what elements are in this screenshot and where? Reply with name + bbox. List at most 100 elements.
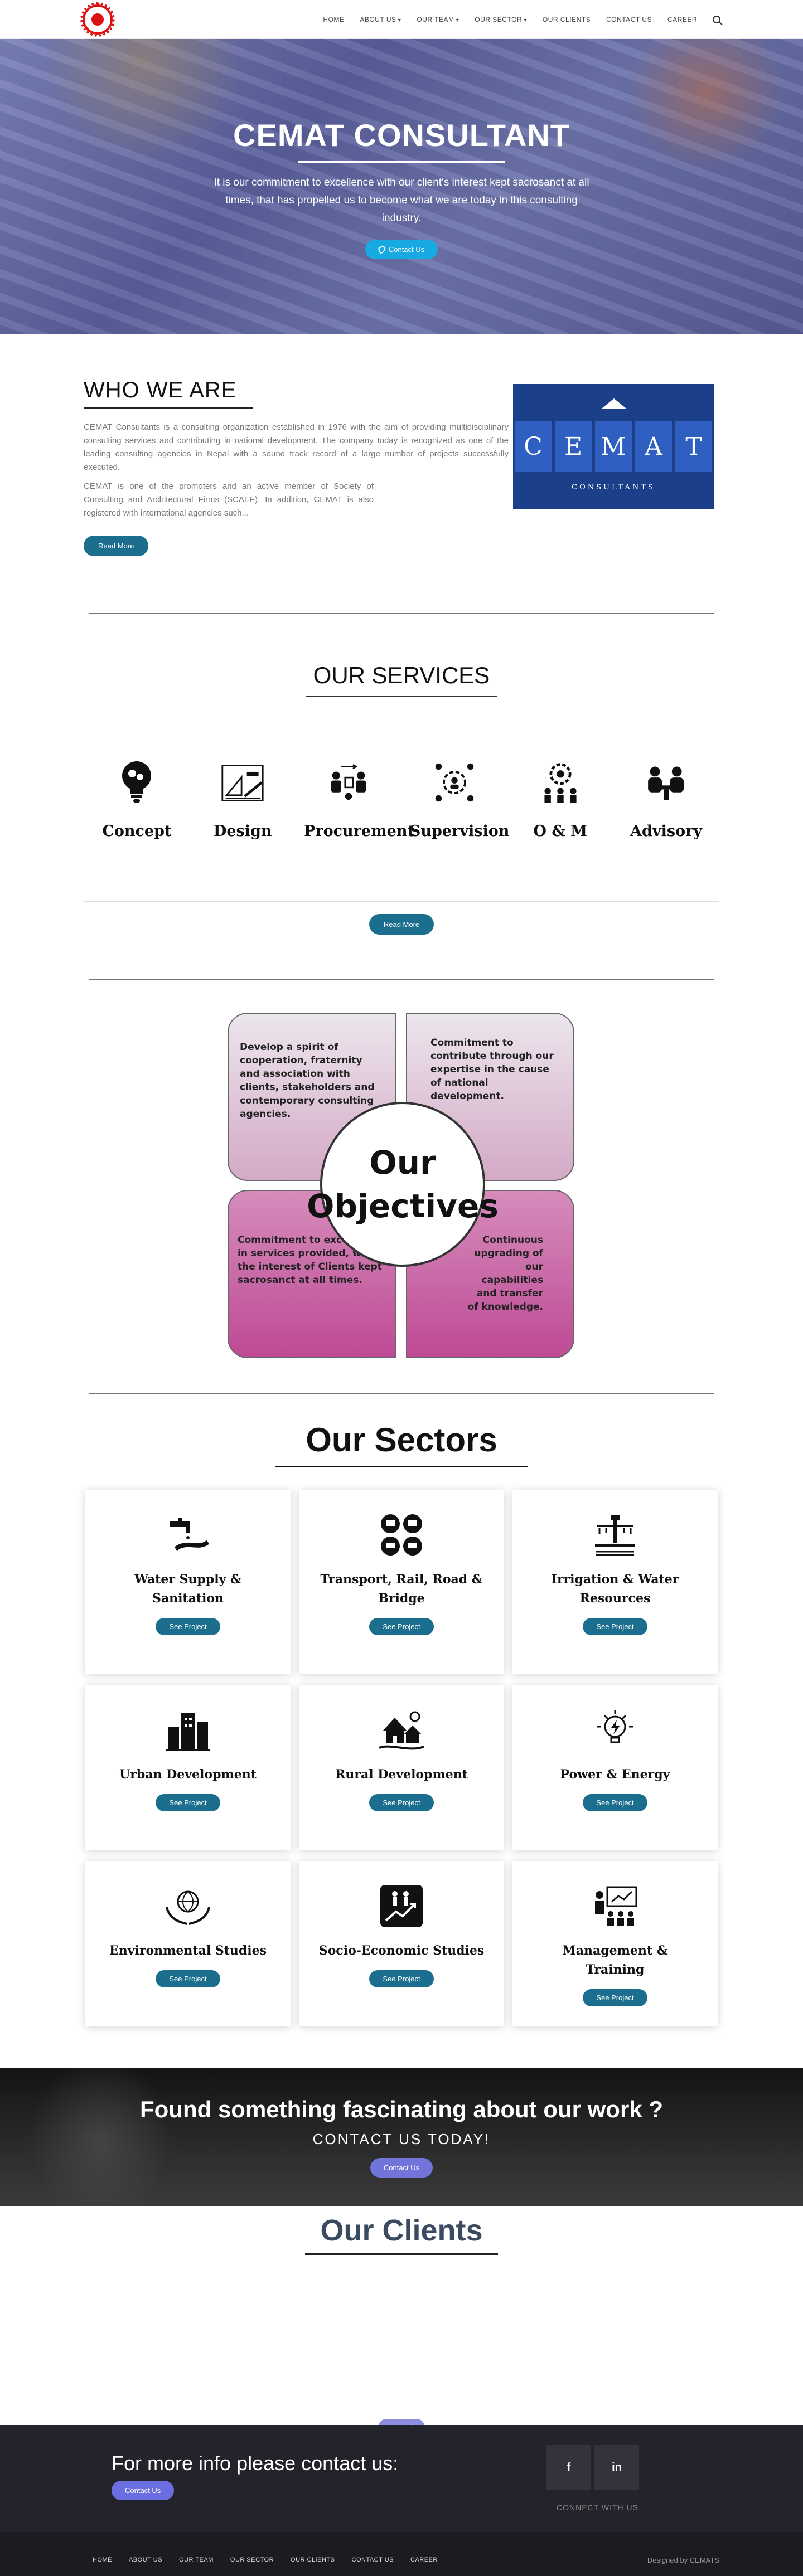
service-label: Supervision	[409, 823, 510, 840]
objectives-center: Our Objectives	[307, 1102, 499, 1267]
services-read-more-button[interactable]: Read More	[369, 914, 434, 935]
see-project-button[interactable]: See Project	[583, 1989, 647, 2006]
site-logo[interactable]	[80, 2, 115, 37]
supervision-icon	[432, 757, 477, 808]
service-card-supervision[interactable]: Supervision	[402, 718, 510, 901]
nav-about-us[interactable]: ABOUT US	[360, 16, 401, 23]
advisory-icon	[644, 757, 689, 808]
hero-text: It is our commitment to excellence with …	[214, 177, 589, 224]
who-paragraph-2: CEMAT is one of the promoters and an act…	[84, 482, 374, 518]
hero-contact-button[interactable]: Contact Us	[365, 240, 438, 259]
see-project-button[interactable]: See Project	[583, 1794, 647, 1811]
nav-contact-us[interactable]: CONTACT US	[606, 16, 652, 23]
services-section: OUR SERVICES Concept Design Procurement	[0, 614, 803, 979]
contact-band-button[interactable]: Contact Us	[112, 2481, 175, 2500]
hero-title: CEMAT CONSULTANT	[233, 118, 570, 153]
footer-link-about-us[interactable]: ABOUT US	[129, 2556, 162, 2563]
procurement-icon	[326, 757, 371, 808]
footer-links: HOME ABOUT US OUR TEAM OUR SECTOR OUR CL…	[93, 2556, 438, 2563]
see-project-button[interactable]: See Project	[156, 1970, 220, 1987]
logo-gear-icon	[91, 13, 104, 26]
irrigation-icon	[590, 1510, 640, 1560]
service-card-o-and-m[interactable]: O & M	[507, 718, 614, 901]
water-tap-icon	[163, 1510, 213, 1560]
service-card-concept[interactable]: Concept	[84, 718, 190, 901]
objectives-graphic: Develop a spirit of cooperation, fratern…	[228, 1013, 575, 1358]
who-underline	[84, 407, 253, 409]
service-card-design[interactable]: Design	[190, 718, 296, 901]
cta-banner: Found something fascinating about our wo…	[0, 2068, 803, 2206]
sector-label: Environmental Studies	[109, 1943, 267, 1958]
sector-card-transport: Transport, Rail, Road & Bridge See Proje…	[299, 1490, 504, 1674]
sector-label: Socio-Economic Studies	[318, 1943, 485, 1958]
see-project-button[interactable]: See Project	[156, 1618, 220, 1635]
facebook-icon[interactable]: f	[546, 2445, 591, 2490]
sector-label: Water Supply & Sanitation	[134, 1572, 241, 1606]
nav-career[interactable]: CAREER	[667, 16, 697, 23]
blueprint-icon	[220, 757, 265, 808]
lightbulb-gears-icon	[114, 757, 159, 808]
service-label: Concept	[102, 823, 172, 840]
linkedin-icon[interactable]: in	[594, 2445, 639, 2490]
footer-link-our-team[interactable]: OUR TEAM	[179, 2556, 214, 2563]
objectives-center-line-2: Objectives	[307, 1187, 499, 1225]
footer-link-our-clients[interactable]: OUR CLIENTS	[291, 2556, 335, 2563]
objectives-center-line-1: Our	[369, 1144, 436, 1182]
sector-label: Urban Development	[119, 1767, 257, 1782]
see-project-button[interactable]: See Project	[583, 1618, 647, 1635]
see-project-button[interactable]: See Project	[156, 1794, 220, 1811]
cemat-letter: T	[675, 421, 712, 472]
clients-underline	[305, 2253, 498, 2255]
cta-contact-button[interactable]: Contact Us	[370, 2158, 433, 2178]
search-icon[interactable]	[713, 15, 720, 23]
see-project-button[interactable]: See Project	[369, 1618, 434, 1635]
sectors-underline	[275, 1466, 528, 1467]
mountain-icon	[588, 398, 638, 410]
service-label: Procurement	[304, 823, 414, 840]
see-project-button[interactable]: See Project	[369, 1794, 434, 1811]
village-icon	[376, 1705, 427, 1755]
contact-title: For more info please contact us:	[112, 2452, 399, 2475]
service-card-advisory[interactable]: Advisory	[613, 718, 719, 901]
bulb-energy-icon	[590, 1705, 640, 1755]
hero-divider	[298, 161, 505, 163]
sectors-grid: Water Supply & Sanitation See Project Tr…	[85, 1490, 718, 2026]
nav-our-clients[interactable]: OUR CLIENTS	[543, 16, 591, 23]
sectors-title: Our Sectors	[306, 1421, 497, 1459]
cta-subtitle: CONTACT US TODAY!	[312, 2131, 491, 2147]
city-icon	[163, 1705, 213, 1755]
globe-hands-icon	[163, 1881, 213, 1931]
sector-label: Power & Energy	[560, 1767, 670, 1782]
footer-link-contact-us[interactable]: CONTACT US	[352, 2556, 394, 2563]
footer-link-home[interactable]: HOME	[93, 2556, 112, 2563]
presentation-icon	[590, 1881, 640, 1931]
footer-credit: Designed by CEMATS	[647, 2555, 719, 2564]
services-underline	[306, 696, 497, 697]
sector-label: Rural Development	[335, 1767, 468, 1782]
service-card-procurement[interactable]: Procurement	[296, 718, 414, 901]
footer-link-career[interactable]: CAREER	[410, 2556, 438, 2563]
nav-our-team[interactable]: OUR TEAM	[417, 16, 459, 23]
cemat-letter: M	[595, 421, 632, 472]
cemat-letters: C E M A T	[513, 421, 714, 472]
sector-label: Management & Training	[562, 1943, 668, 1977]
hero-contact-label: Contact Us	[388, 245, 425, 254]
connect-label: CONNECT WITH US	[557, 2503, 638, 2512]
sector-card-environmental: Environmental Studies See Project	[85, 1861, 291, 2026]
clients-title: Our Clients	[320, 2214, 483, 2247]
main-menu: HOME ABOUT US OUR TEAM OUR SECTOR OUR CL…	[323, 15, 720, 23]
who-read-more-button[interactable]: Read More	[84, 536, 149, 556]
service-label: Design	[213, 823, 272, 840]
sector-card-irrigation: Irrigation & Water Resources See Project	[512, 1490, 718, 1674]
footer-link-our-sector[interactable]: OUR SECTOR	[230, 2556, 274, 2563]
sector-card-management: Management & Training See Project	[512, 1861, 718, 2026]
sector-label: Irrigation & Water Resources	[551, 1572, 679, 1606]
nav-home[interactable]: HOME	[323, 16, 344, 23]
service-label: Advisory	[630, 823, 702, 840]
services-grid: Concept Design Procurement Supervision O…	[84, 718, 719, 902]
see-project-button[interactable]: See Project	[369, 1970, 434, 1987]
cemat-letter: A	[635, 421, 672, 472]
who-we-are-section: WHO WE ARE CEMAT Consultants is a consul…	[0, 334, 803, 613]
nav-our-sector[interactable]: OUR SECTOR	[475, 16, 527, 23]
objectives-section: Develop a spirit of cooperation, fratern…	[0, 980, 803, 1393]
